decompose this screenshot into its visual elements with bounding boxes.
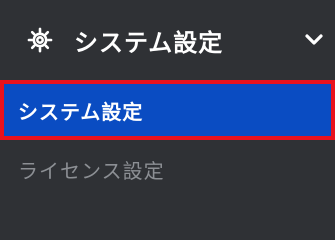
sidebar-item-system-settings[interactable]: システム設定 — [0, 80, 335, 140]
sidebar-item-license-settings[interactable]: ライセンス設定 — [0, 140, 335, 198]
sidebar-item-label: システム設定 — [18, 99, 144, 124]
gear-icon — [27, 27, 53, 53]
chevron-down-icon[interactable] — [305, 33, 323, 47]
sidebar-item-label: ライセンス設定 — [18, 158, 165, 183]
sidebar-menu: システム設定 システム設定 ライセンス設定 — [0, 0, 335, 209]
sidebar-group-label: システム設定 — [74, 28, 224, 57]
sidebar-group-system-settings[interactable]: システム設定 — [0, 0, 335, 80]
